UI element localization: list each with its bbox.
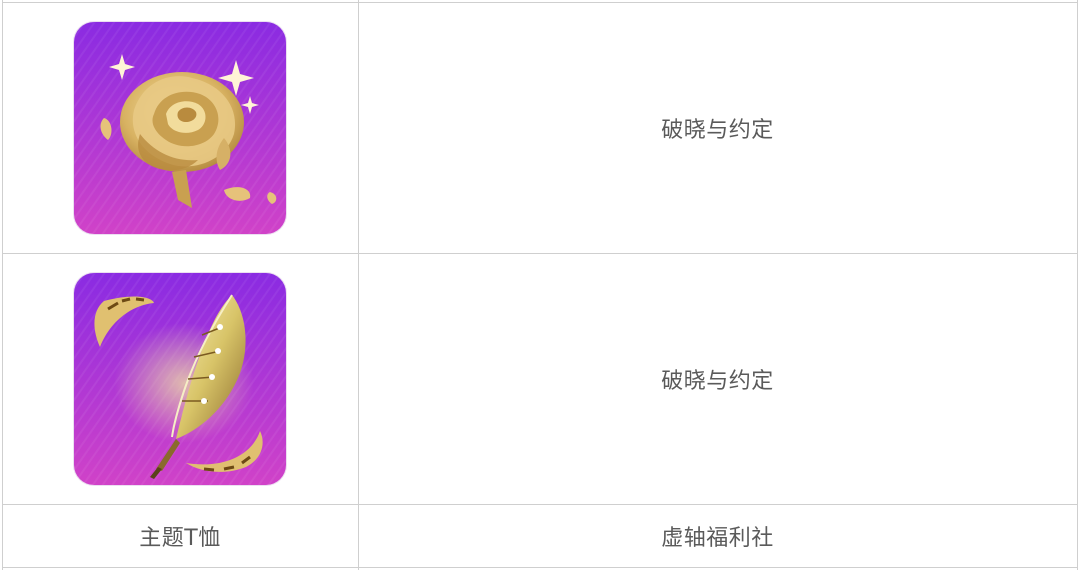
source-cell: 破晓与约定	[358, 3, 1077, 253]
item-label: 主题T恤	[139, 526, 221, 551]
table-row: 主题T恤 虚轴福利社	[0, 505, 1080, 567]
source-label: 破晓与约定	[661, 118, 774, 143]
golden-rose-icon	[74, 22, 286, 234]
table-row: 破晓与约定	[0, 3, 1080, 253]
source-label: 破晓与约定	[661, 369, 774, 394]
table-row: 破晓与约定	[0, 254, 1080, 504]
table-border-bottom	[2, 567, 1078, 568]
item-cell	[2, 254, 358, 504]
item-cell: 主题T恤	[2, 505, 358, 567]
item-cell	[2, 3, 358, 253]
rewards-table: 破晓与约定 破晓与约定 主题T恤 虚轴福利社	[0, 0, 1080, 570]
source-cell: 虚轴福利社	[358, 505, 1077, 567]
golden-quill-feather-icon	[74, 273, 286, 485]
source-label: 虚轴福利社	[661, 526, 774, 551]
source-cell: 破晓与约定	[358, 254, 1077, 504]
